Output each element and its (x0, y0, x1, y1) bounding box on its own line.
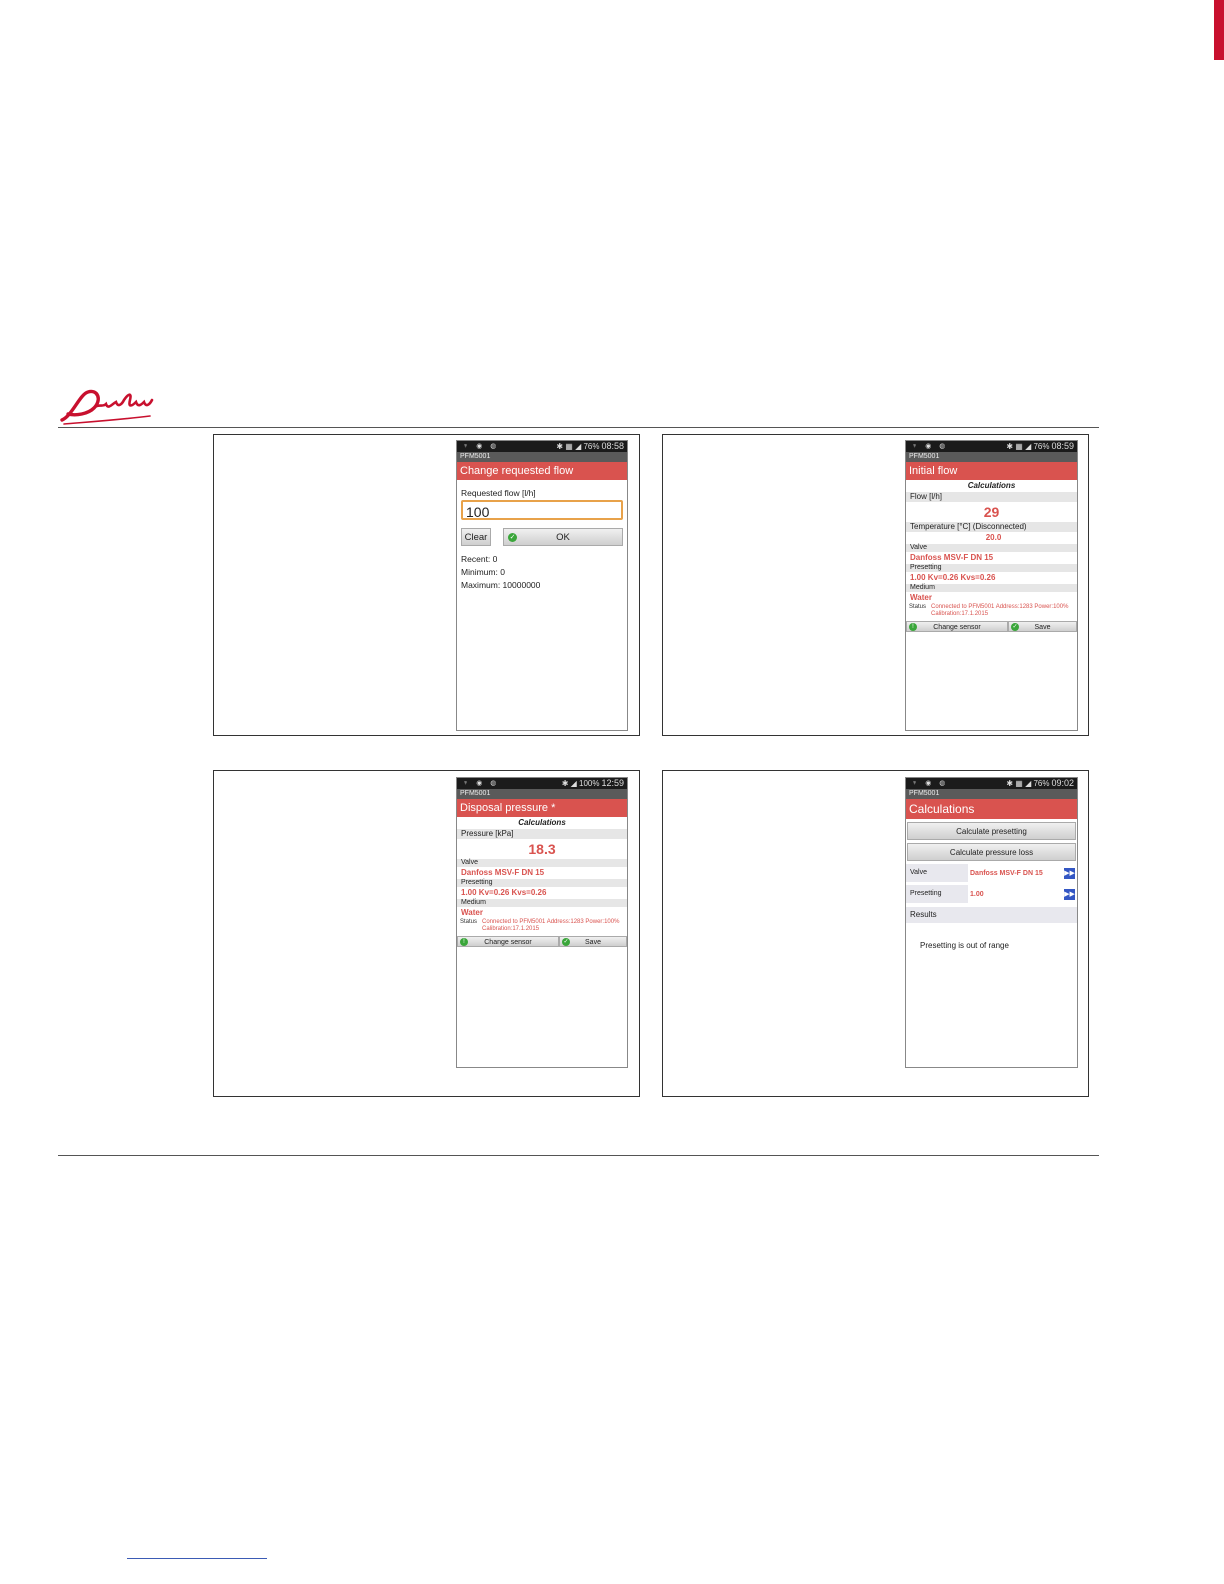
clock: 12:59 (601, 778, 624, 788)
check-icon: ✓ (508, 533, 517, 542)
app-name: PFM5001 (457, 789, 627, 799)
calculations-header[interactable]: Calculations (457, 818, 627, 828)
edge-accent-bar (1214, 0, 1224, 60)
clock: 08:59 (1051, 441, 1074, 451)
status-label: Status (909, 604, 927, 610)
requested-flow-label: Requested flow [l/h] (461, 488, 536, 498)
requested-flow-input[interactable]: 100 (461, 500, 623, 520)
presetting-row: Presetting 1.00 ▶▶ (906, 885, 1077, 903)
temperature-value: 20.0 (985, 533, 1002, 542)
screen-title: Calculations (906, 799, 1077, 819)
system-icons: ✱ ▦ ◢ 76% 09:02 (1006, 778, 1074, 788)
clear-button[interactable]: Clear (461, 528, 491, 546)
valve-row: Valve Danfoss MSV-F DN 15 ▶▶ (906, 864, 1077, 882)
presetting-value[interactable]: 1.00 Kv=0.26 Kvs=0.26 (906, 573, 1077, 583)
check-icon: ✓ (562, 938, 570, 946)
info-icon: ! (909, 623, 917, 631)
calculations-header[interactable]: Calculations (906, 481, 1077, 491)
header-rule (58, 427, 1099, 428)
presetting-label: Presetting (906, 564, 1077, 572)
results-header: Results (906, 907, 1077, 923)
check-icon: ✓ (1011, 623, 1019, 631)
status-bar: ♆ ◉ ◍ ✱ ◢ 100% 12:59 (457, 778, 627, 789)
status-value: Connected to PFM5001 Address:1283 Power:… (931, 604, 1069, 617)
minimum-value: Minimum: 0 (461, 567, 505, 577)
save-button[interactable]: ✓ Save (559, 936, 627, 947)
valve-label: Valve (906, 864, 968, 882)
valve-label: Valve (457, 859, 627, 867)
select-valve-icon[interactable]: ▶▶ (1064, 867, 1075, 879)
status-row: Status Connected to PFM5001 Address:1283… (457, 918, 627, 934)
presetting-label: Presetting (457, 879, 627, 887)
select-presetting-icon[interactable]: ▶▶ (1064, 888, 1075, 900)
clock: 08:58 (601, 441, 624, 451)
figure-panel-1: ♆ ◉ ◍ ✱ ▦ ◢ 76% 08:58 PFM5001 Change requ… (213, 434, 640, 736)
recent-value: Recent: 0 (461, 554, 498, 564)
app-name: PFM5001 (457, 452, 627, 462)
status-bar: ♆ ◉ ◍ ✱ ▦ ◢ 76% 08:59 (906, 441, 1077, 452)
ok-button[interactable]: ✓ OK (503, 528, 623, 546)
screen-title: Disposal pressure * (457, 799, 627, 817)
danfoss-logo (60, 389, 154, 425)
temperature-label: Temperature [°C] (Disconnected) (906, 522, 1077, 532)
presetting-label: Presetting (906, 885, 968, 903)
calculate-presetting-button[interactable]: Calculate presetting (907, 822, 1076, 840)
calculate-pressure-loss-button[interactable]: Calculate pressure loss (907, 843, 1076, 861)
medium-value[interactable]: Water (906, 593, 1077, 603)
status-value: Connected to PFM5001 Address:1283 Power:… (482, 919, 620, 932)
system-icons: ✱ ▦ ◢ 76% 08:58 (556, 441, 624, 451)
flow-label: Flow [l/h] (906, 492, 1077, 502)
notification-icons: ♆ ◉ ◍ (912, 780, 949, 787)
status-row: Status Connected to PFM5001 Address:1283… (906, 603, 1077, 619)
figure-panel-4: ♆ ◉ ◍ ✱ ▦ ◢ 76% 09:02 PFM5001 Calculation… (662, 770, 1089, 1097)
results-message: Presetting is out of range (920, 941, 1009, 950)
app-name: PFM5001 (906, 789, 1077, 799)
valve-value[interactable]: Danfoss MSV-F DN 15 (906, 553, 1077, 563)
medium-label: Medium (906, 584, 1077, 592)
phone-screen-change-flow: ♆ ◉ ◍ ✱ ▦ ◢ 76% 08:58 PFM5001 Change requ… (456, 440, 628, 731)
status-label: Status (460, 919, 478, 925)
system-icons: ✱ ◢ 100% 12:59 (561, 778, 624, 788)
screen-title: Change requested flow (457, 462, 627, 480)
phone-screen-calculations: ♆ ◉ ◍ ✱ ▦ ◢ 76% 09:02 PFM5001 Calculation… (905, 777, 1078, 1068)
valve-label: Valve (906, 544, 1077, 552)
save-button[interactable]: ✓ Save (1008, 621, 1077, 632)
pressure-value: 18.3 (528, 841, 556, 857)
flow-value: 29 (983, 504, 1000, 520)
figure-panel-3: ♆ ◉ ◍ ✱ ◢ 100% 12:59 PFM5001 Disposal pre… (213, 770, 640, 1097)
info-icon: ! (460, 938, 468, 946)
presetting-value: 1.00 (970, 890, 984, 898)
medium-label: Medium (457, 899, 627, 907)
system-icons: ✱ ▦ ◢ 76% 08:59 (1006, 441, 1074, 451)
pressure-label: Pressure [kPa] (457, 829, 627, 839)
status-bar: ♆ ◉ ◍ ✱ ▦ ◢ 76% 08:58 (457, 441, 627, 452)
maximum-value: Maximum: 10000000 (461, 580, 541, 590)
figure-panel-2: ♆ ◉ ◍ ✱ ▦ ◢ 76% 08:59 PFM5001 Initial flo… (662, 434, 1089, 736)
change-sensor-button[interactable]: ! Change sensor (906, 621, 1008, 632)
footer-link-underline[interactable] (127, 1558, 267, 1559)
phone-screen-initial-flow: ♆ ◉ ◍ ✱ ▦ ◢ 76% 08:59 PFM5001 Initial flo… (905, 440, 1078, 731)
screen-title: Initial flow (906, 462, 1077, 480)
notification-icons: ♆ ◉ ◍ (463, 443, 500, 450)
status-bar: ♆ ◉ ◍ ✱ ▦ ◢ 76% 09:02 (906, 778, 1077, 789)
notification-icons: ♆ ◉ ◍ (463, 780, 500, 787)
clock: 09:02 (1051, 778, 1074, 788)
footer-rule (58, 1155, 1099, 1156)
phone-screen-disposal-pressure: ♆ ◉ ◍ ✱ ◢ 100% 12:59 PFM5001 Disposal pre… (456, 777, 628, 1068)
app-name: PFM5001 (906, 452, 1077, 462)
notification-icons: ♆ ◉ ◍ (912, 443, 949, 450)
medium-value[interactable]: Water (457, 908, 627, 918)
valve-value: Danfoss MSV-F DN 15 (970, 869, 1043, 877)
valve-value[interactable]: Danfoss MSV-F DN 15 (457, 868, 627, 878)
change-sensor-button[interactable]: ! Change sensor (457, 936, 559, 947)
presetting-value[interactable]: 1.00 Kv=0.26 Kvs=0.26 (457, 888, 627, 898)
